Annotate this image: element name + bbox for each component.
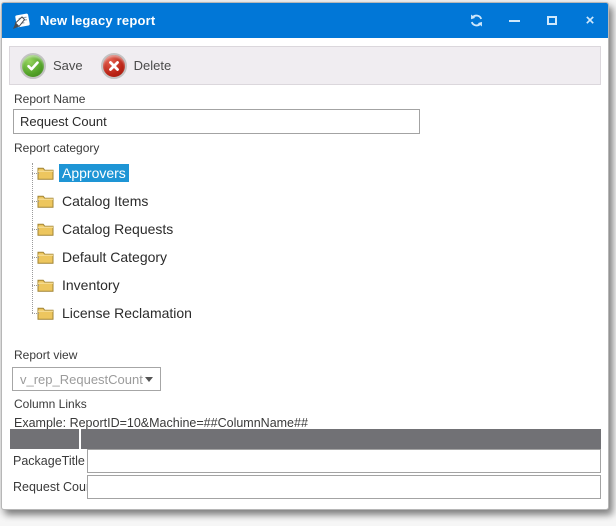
minimize-icon — [509, 20, 520, 22]
window-controls: × — [468, 13, 598, 29]
folder-icon — [37, 306, 54, 320]
report-view-label: Report view — [14, 348, 77, 362]
packagetitle-input[interactable] — [87, 449, 601, 473]
tree-item-label: Catalog Items — [59, 192, 151, 210]
folder-icon — [37, 250, 54, 264]
tree-item-catalog-items[interactable]: Catalog Items — [2, 187, 382, 215]
report-category-label: Report category — [14, 141, 99, 155]
category-tree: Approvers Catalog Items Catalog Requests — [2, 159, 382, 327]
maximize-button[interactable] — [544, 13, 560, 29]
dialog-window: New legacy report × — [1, 2, 609, 510]
tree-item-catalog-requests[interactable]: Catalog Requests — [2, 215, 382, 243]
folder-icon — [37, 194, 54, 208]
close-icon: × — [586, 13, 595, 28]
tree-item-default-category[interactable]: Default Category — [2, 243, 382, 271]
save-button-label: Save — [53, 58, 83, 73]
save-button[interactable]: Save — [20, 53, 83, 79]
report-icon — [12, 12, 32, 30]
refresh-icon — [469, 13, 484, 28]
grid-header-cell — [10, 429, 81, 449]
minimize-button[interactable] — [506, 13, 522, 29]
report-name-input[interactable] — [13, 109, 420, 134]
tree-item-label: Catalog Requests — [59, 220, 176, 238]
delete-button[interactable]: Delete — [101, 53, 172, 79]
refresh-button[interactable] — [468, 13, 484, 29]
report-name-label: Report Name — [14, 92, 85, 106]
column-links-example: Example: ReportID=10&Machine=##ColumnNam… — [14, 416, 308, 430]
grid-header-cell — [81, 429, 601, 449]
window-title: New legacy report — [40, 13, 155, 28]
tree-item-label: License Reclamation — [59, 304, 195, 322]
tree-item-approvers[interactable]: Approvers — [2, 159, 382, 187]
folder-icon — [37, 278, 54, 292]
request-count-input[interactable] — [87, 475, 601, 499]
delete-x-icon — [101, 53, 127, 79]
report-view-selected-value: v_rep_RequestCount — [20, 372, 145, 387]
save-check-icon — [20, 53, 46, 79]
tree-item-label: Default Category — [59, 248, 170, 266]
maximize-icon — [547, 16, 557, 25]
column-links-label: Column Links — [14, 397, 87, 411]
tree-item-label: Approvers — [59, 164, 129, 182]
toolbar: Save Delete — [9, 46, 601, 85]
tree-item-inventory[interactable]: Inventory — [2, 271, 382, 299]
tree-item-license-reclamation[interactable]: License Reclamation — [2, 299, 382, 327]
folder-icon — [37, 166, 54, 180]
delete-button-label: Delete — [134, 58, 172, 73]
column-links-grid-header — [10, 429, 601, 449]
packagetitle-row-label: PackageTitle — [13, 454, 85, 468]
folder-icon — [37, 222, 54, 236]
request-count-row-label: Request Count — [13, 480, 96, 494]
title-bar[interactable]: New legacy report × — [2, 3, 608, 38]
desktop-background: New legacy report × — [0, 0, 616, 526]
report-view-dropdown[interactable]: v_rep_RequestCount — [12, 367, 161, 391]
close-button[interactable]: × — [582, 13, 598, 29]
tree-item-label: Inventory — [59, 276, 123, 294]
chevron-down-icon — [145, 377, 153, 382]
